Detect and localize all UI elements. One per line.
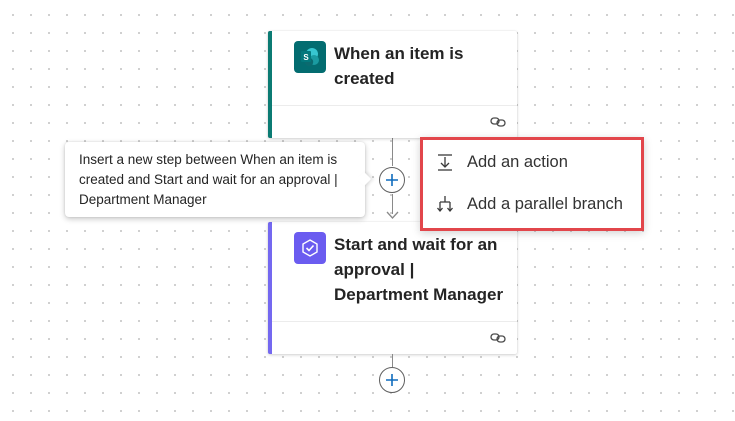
sharepoint-icon: S (294, 41, 326, 73)
plus-icon (386, 374, 398, 386)
approval-card[interactable]: Start and wait for an approval | Departm… (268, 222, 517, 354)
connector-arrow-icon (386, 211, 399, 219)
menu-item-label: Add an action (467, 152, 568, 171)
connector-line-end (392, 354, 393, 367)
menu-item-label: Add a parallel branch (467, 194, 623, 213)
svg-text:S: S (303, 53, 309, 62)
parallel-branch-icon (437, 196, 453, 213)
connector-line-top (392, 138, 393, 166)
approval-card-title: Start and wait for an approval | Departm… (334, 235, 504, 304)
menu-item-add-action[interactable]: Add an action (435, 147, 635, 177)
new-step-button[interactable] (379, 367, 405, 393)
trigger-card-title: When an item is created (334, 44, 464, 88)
trigger-card-footer (272, 105, 517, 138)
link-icon[interactable] (490, 332, 506, 344)
approvals-icon (294, 232, 326, 264)
insert-step-button[interactable] (379, 167, 405, 193)
menu-item-add-parallel-branch[interactable]: Add a parallel branch (435, 189, 635, 219)
insert-step-menu: Add an action Add a parallel branch (420, 137, 644, 231)
trigger-card[interactable]: S When an item is created (268, 31, 517, 138)
plus-icon (386, 174, 398, 186)
approval-card-footer (272, 321, 517, 354)
add-action-icon (438, 154, 452, 171)
link-icon[interactable] (490, 116, 506, 128)
insert-step-tooltip: Insert a new step between When an item i… (65, 142, 365, 217)
tooltip-text: Insert a new step between When an item i… (79, 152, 338, 207)
